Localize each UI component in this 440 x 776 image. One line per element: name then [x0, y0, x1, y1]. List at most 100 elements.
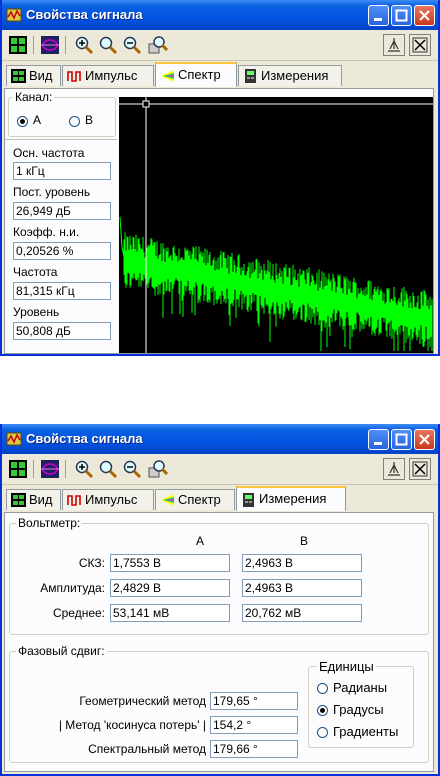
rms-label: СКЗ: — [78, 556, 105, 570]
frequency-field[interactable]: 81,315 кГц — [13, 282, 111, 300]
zoom-in-icon[interactable] — [74, 35, 94, 55]
tab-spectrum[interactable]: Спектр — [155, 489, 235, 510]
tab-label: Вид — [29, 492, 53, 507]
voltmeter-legend: Вольтметр: — [16, 516, 83, 530]
left-fields: Осн. частота 1 кГц Пост. уровень 26,949 … — [5, 139, 117, 354]
channel-group: Канал: A B — [8, 90, 116, 137]
toolbar — [2, 30, 438, 61]
tab-view[interactable]: Вид — [6, 65, 61, 86]
loss-cosine-method-label: | Метод 'косинуса потерь' | — [58, 718, 206, 732]
view-icon — [11, 69, 26, 83]
zoom-fit-icon[interactable] — [148, 35, 168, 55]
spectrum-icon — [161, 70, 174, 82]
amplitude-label: Амплитуда: — [40, 581, 105, 595]
mean-label: Среднее: — [52, 606, 105, 620]
amplitude-b-field[interactable]: 2,4963 В — [242, 579, 362, 597]
pulse-icon — [67, 495, 81, 506]
maximize-button[interactable] — [391, 429, 412, 450]
maximize-button[interactable] — [391, 5, 412, 26]
tab-label: Импульс — [85, 68, 138, 83]
channel-b-label: B — [85, 113, 94, 127]
spectrum-view-icon[interactable] — [8, 459, 28, 479]
window-title: Свойства сигнала — [26, 431, 143, 446]
level-field[interactable]: 50,808 дБ — [13, 322, 111, 340]
phase-shift-legend: Фазовый сдвиг: — [16, 644, 107, 658]
spectral-method-field[interactable]: 179,66 ° — [210, 740, 298, 758]
amplitude-a-field[interactable]: 2,4829 В — [110, 579, 230, 597]
units-legend: Единицы — [317, 659, 376, 674]
minimize-button[interactable] — [368, 5, 389, 26]
geometric-method-field[interactable]: 179,65 ° — [210, 692, 298, 710]
title-bar[interactable]: Свойства сигнала — [2, 424, 438, 454]
tab-measurements[interactable]: Измерения — [238, 65, 342, 86]
zoom-icon[interactable] — [98, 35, 118, 55]
channel-a-radio[interactable] — [17, 116, 28, 127]
dc-level-field[interactable]: 26,949 дБ — [13, 202, 111, 220]
column-b-header: B — [300, 534, 309, 548]
minimize-button[interactable] — [368, 429, 389, 450]
phase-shift-group: Фазовый сдвиг: Геометрический метод 179,… — [9, 644, 429, 763]
zoom-icon[interactable] — [98, 459, 118, 479]
thd-label: Коэфф. н.и. — [13, 225, 80, 239]
settings-button[interactable] — [383, 458, 405, 480]
spectrum-view-icon[interactable] — [8, 35, 28, 55]
radians-radio[interactable] — [317, 683, 328, 694]
tab-view[interactable]: Вид — [6, 489, 61, 510]
mean-b-field[interactable]: 20,762 мВ — [242, 604, 362, 622]
spectrum-tab-panel: Канал: A B Осн. частота 1 кГц Пост. уров… — [4, 88, 434, 354]
zoom-out-icon[interactable] — [122, 35, 142, 55]
window-title: Свойства сигнала — [26, 7, 143, 22]
radians-label: Радианы — [333, 680, 388, 695]
tab-label: Измерения — [259, 491, 327, 506]
measure-icon — [245, 69, 256, 83]
zoom-fit-icon[interactable] — [148, 459, 168, 479]
spectral-method-label: Спектральный метод — [88, 742, 206, 756]
tab-label: Вид — [29, 68, 53, 83]
measure-icon — [243, 493, 254, 507]
close-panel-button[interactable] — [409, 458, 431, 480]
thd-field[interactable]: 0,20526 % — [13, 242, 111, 260]
degrees-radio[interactable] — [317, 705, 328, 716]
tab-strip: Вид Импульс Спектр Измерения — [2, 486, 438, 512]
column-a-header: A — [196, 534, 205, 548]
tab-spectrum[interactable]: Спектр — [155, 62, 237, 87]
frequency-label: Частота — [13, 265, 58, 279]
title-bar[interactable]: Свойства сигнала — [2, 0, 438, 30]
loss-cosine-method-field[interactable]: 154,2 ° — [210, 716, 298, 734]
channel-b-radio[interactable] — [69, 116, 80, 127]
voltmeter-group: Вольтметр: A B СКЗ: 1,7553 В 2,4963 В Ам… — [9, 516, 429, 635]
fundamental-frequency-label: Осн. частота — [13, 146, 85, 160]
degrees-label: Градусы — [333, 702, 384, 717]
tab-label: Измерения — [261, 68, 329, 83]
signal-properties-window-spectrum: Свойства сигнала Вид Импульс Спектр Изме… — [0, 0, 440, 356]
spectrum-icon — [161, 494, 174, 506]
gradians-radio[interactable] — [317, 727, 328, 738]
tab-label: Спектр — [178, 492, 221, 507]
rms-b-field[interactable]: 2,4963 В — [242, 554, 362, 572]
level-label: Уровень — [13, 305, 60, 319]
settings-button[interactable] — [383, 34, 405, 56]
signal-properties-window-measurements: Свойства сигнала Вид Импульс Спектр Изме… — [0, 424, 440, 776]
dc-level-label: Пост. уровень — [13, 185, 91, 199]
fundamental-frequency-field[interactable]: 1 кГц — [13, 162, 111, 180]
app-icon — [6, 432, 22, 446]
channel-a-label: A — [33, 113, 42, 127]
oscilloscope-icon[interactable] — [40, 459, 60, 479]
close-button[interactable] — [414, 429, 435, 450]
spectrum-plot[interactable] — [119, 97, 433, 353]
tab-measurements[interactable]: Измерения — [236, 486, 346, 511]
mean-a-field[interactable]: 53,141 мВ — [110, 604, 230, 622]
measurements-tab-panel: Вольтметр: A B СКЗ: 1,7553 В 2,4963 В Ам… — [4, 512, 434, 772]
app-icon — [6, 8, 22, 22]
close-panel-button[interactable] — [409, 34, 431, 56]
close-button[interactable] — [414, 5, 435, 26]
zoom-in-icon[interactable] — [74, 459, 94, 479]
tab-pulse[interactable]: Импульс — [62, 65, 154, 86]
cursor-handle[interactable] — [142, 100, 150, 108]
oscilloscope-icon[interactable] — [40, 35, 60, 55]
zoom-out-icon[interactable] — [122, 459, 142, 479]
tab-label: Спектр — [178, 67, 221, 82]
geometric-method-label: Геометрический метод — [79, 694, 206, 708]
rms-a-field[interactable]: 1,7553 В — [110, 554, 230, 572]
tab-pulse[interactable]: Импульс — [62, 489, 154, 510]
